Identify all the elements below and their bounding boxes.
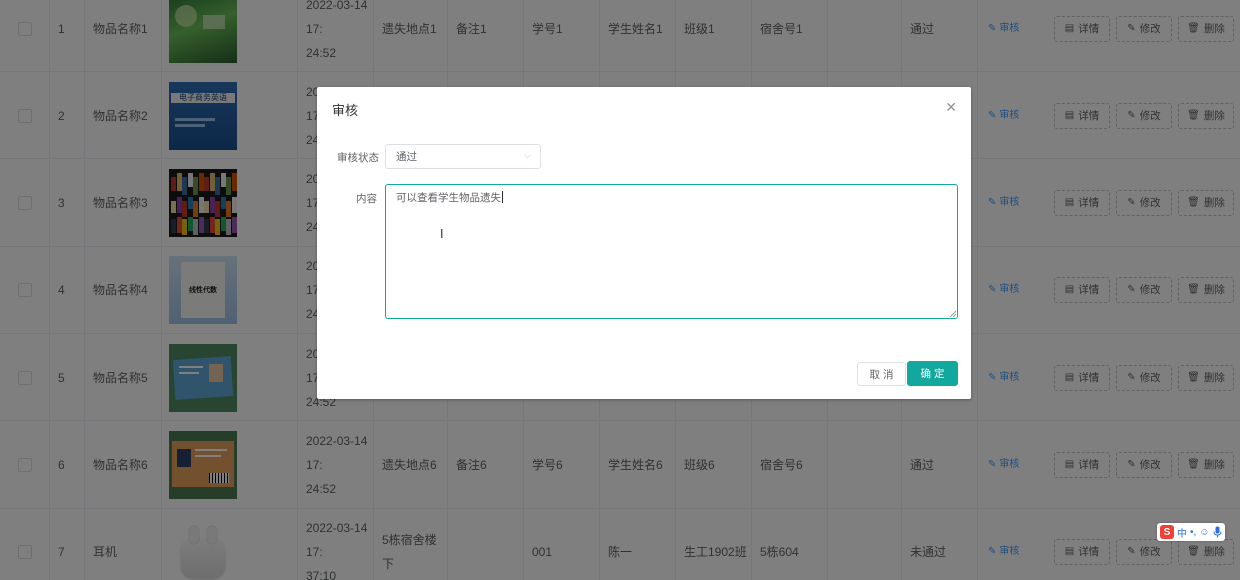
ime-logo-icon[interactable]: S <box>1160 525 1174 539</box>
status-label: 审核状态 <box>337 152 379 164</box>
ime-emoji-icon[interactable]: ☺ <box>1199 527 1209 538</box>
status-select-value: 通过 <box>396 151 417 163</box>
confirm-button[interactable]: 确 定 <box>907 361 958 386</box>
content-text: 可以查看学生物品遗失 <box>396 192 501 204</box>
ime-lang-toggle[interactable]: 中 <box>1177 525 1187 540</box>
text-caret <box>502 191 503 203</box>
content-textarea[interactable]: 可以查看学生物品遗失 <box>385 184 958 319</box>
mic-icon[interactable] <box>1213 526 1222 538</box>
content-label: 内容 <box>356 193 377 205</box>
chevron-down-icon: ⌵ <box>524 150 531 160</box>
status-select[interactable]: 通过 ⌵ <box>385 144 541 169</box>
close-icon[interactable]: ✕ <box>945 99 957 116</box>
dialog-title: 审核 <box>332 103 359 118</box>
cancel-button[interactable]: 取 消 <box>857 362 906 386</box>
ime-toolbar: S 中 •, ☺ <box>1157 523 1225 541</box>
audit-dialog: 审核 ✕ 审核状态 通过 ⌵ 内容 可以查看学生物品遗失 I 取 消 确 定 <box>317 87 971 399</box>
ime-punct-toggle[interactable]: •, <box>1190 527 1196 538</box>
text-cursor-icon: I <box>440 227 444 241</box>
resize-grip-icon[interactable] <box>948 309 956 317</box>
